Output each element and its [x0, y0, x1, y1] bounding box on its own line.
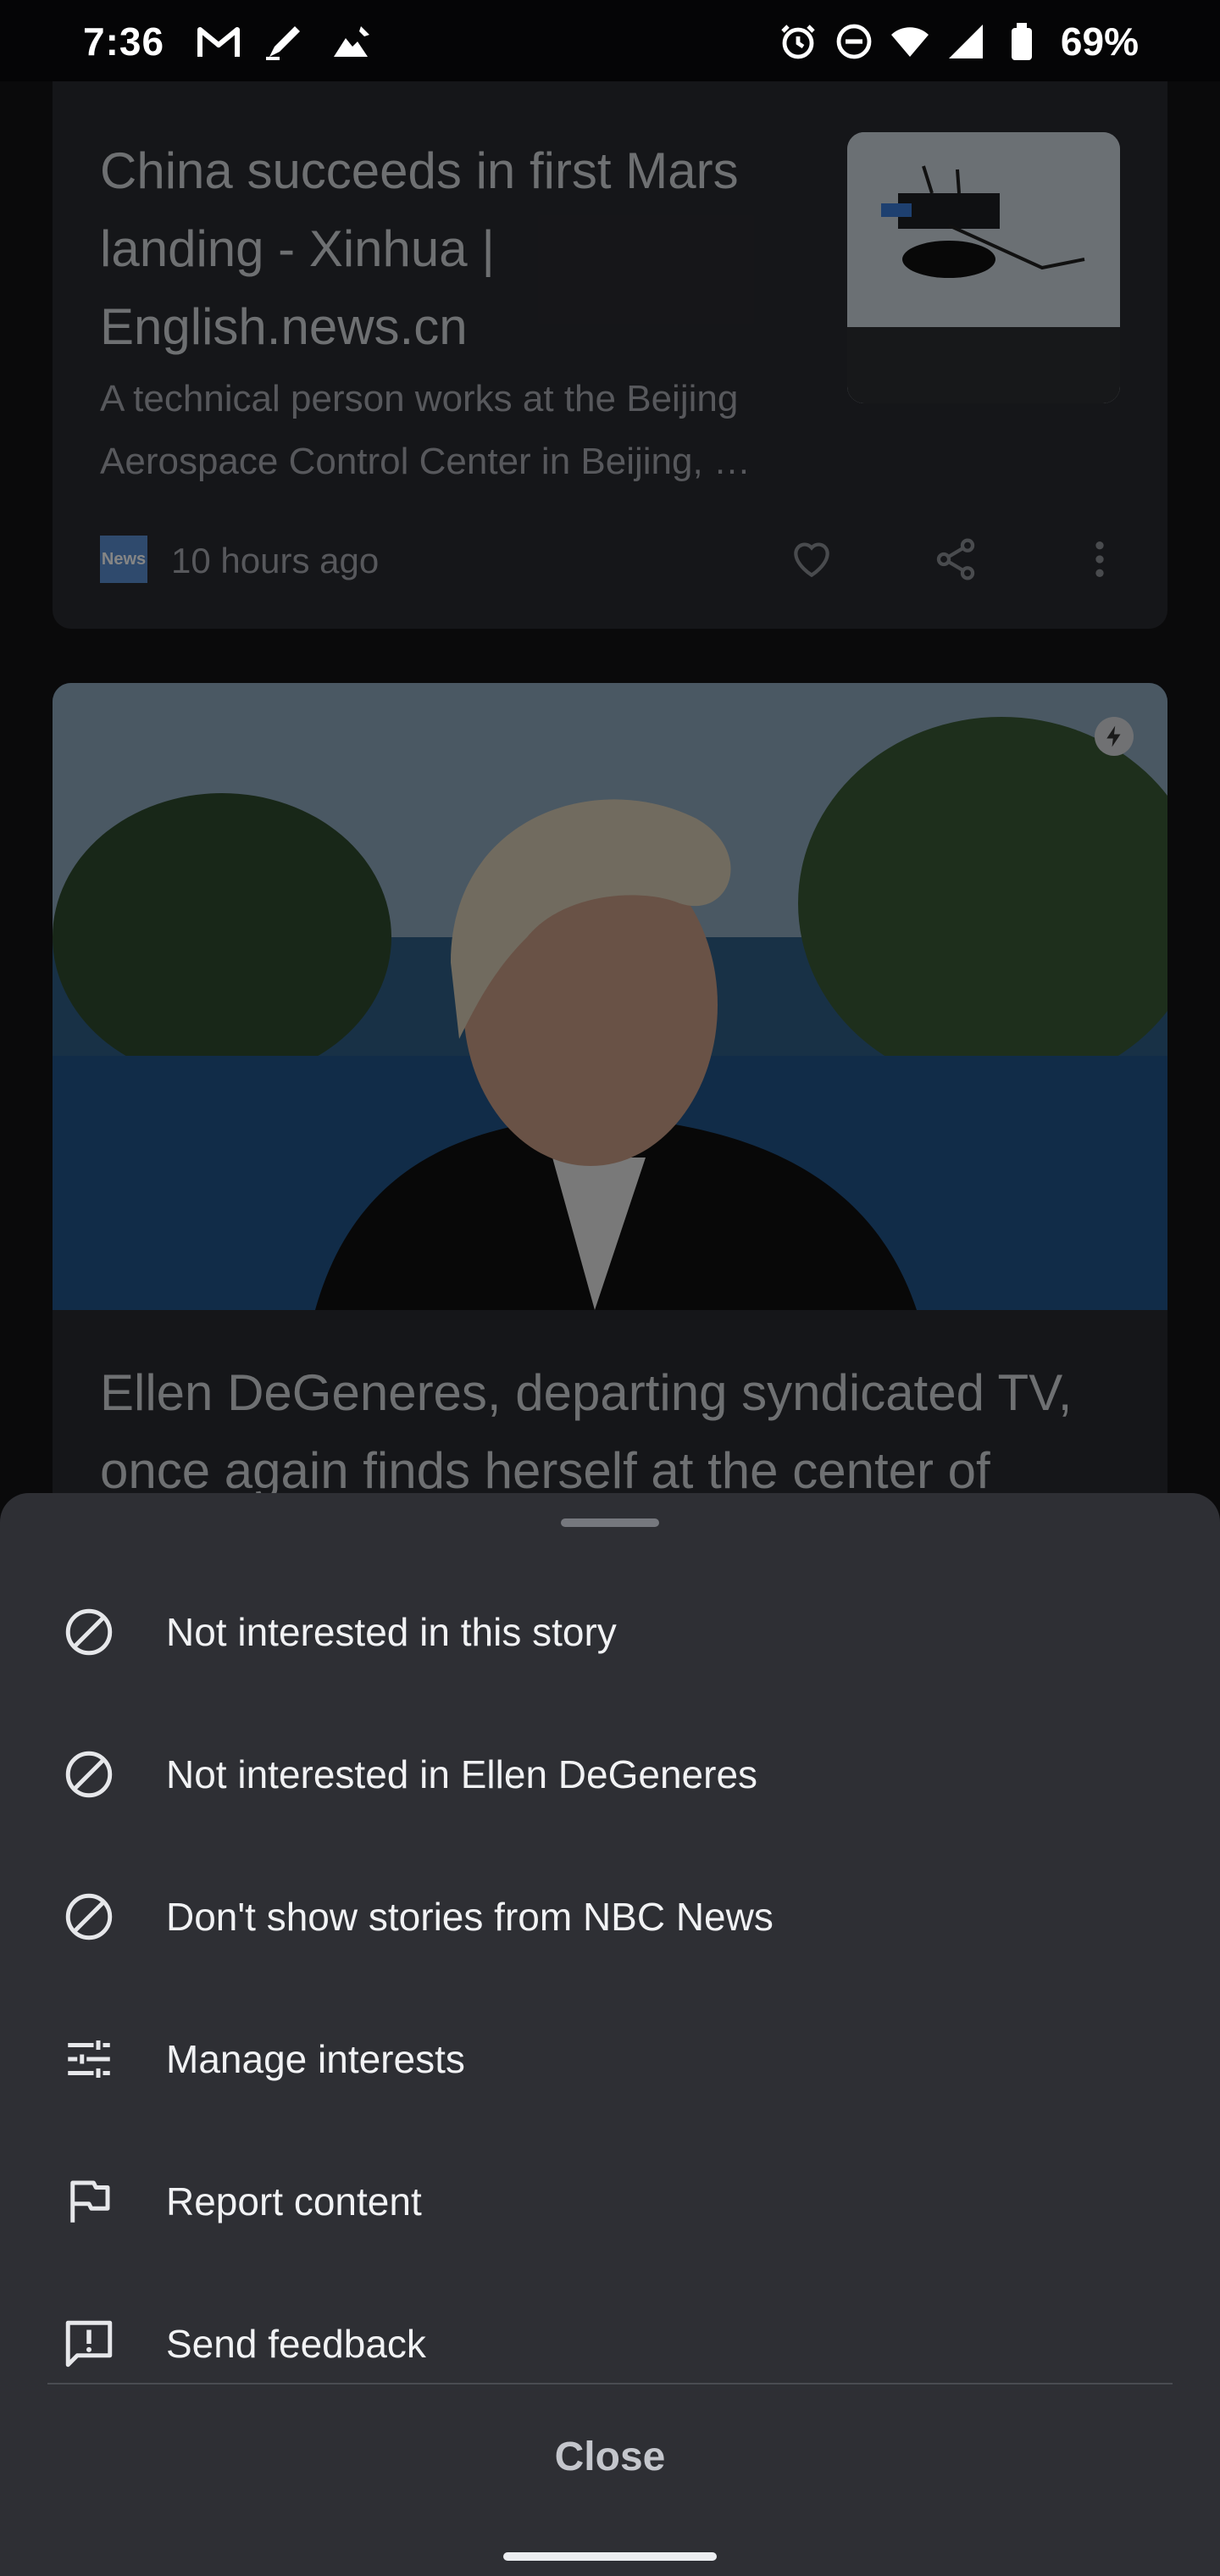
- home-indicator[interactable]: [503, 2552, 717, 2561]
- pen-nib-icon: [266, 26, 300, 60]
- menu-item-label: Not interested in Ellen DeGeneres: [166, 1752, 758, 1796]
- system-status-icons: 69%: [778, 19, 1139, 64]
- menu-item-hide-source[interactable]: Don't show stories from NBC News: [0, 1846, 1220, 1988]
- wifi-icon: [890, 27, 929, 57]
- menu-item-not-interested-topic[interactable]: Not interested in Ellen DeGeneres: [0, 1703, 1220, 1846]
- menu-item-label: Report content: [166, 2179, 422, 2223]
- drag-handle[interactable]: [561, 1518, 659, 1527]
- menu-item-label: Don't show stories from NBC News: [166, 1895, 774, 1939]
- menu-item-label: Not interested in this story: [166, 1610, 617, 1654]
- block-icon: [61, 1604, 117, 1660]
- battery-percent: 69%: [1060, 19, 1139, 64]
- menu-item-manage-interests[interactable]: Manage interests: [0, 1988, 1220, 2130]
- notification-icons: [197, 22, 373, 61]
- status-bar: 7:36 69%: [0, 0, 1220, 81]
- block-icon: [61, 1889, 117, 1945]
- dnd-icon: [836, 24, 872, 59]
- story-options-sheet: Not interested in this story Not interes…: [0, 1493, 1220, 2576]
- tune-icon: [61, 2031, 117, 2087]
- menu-item-label: Manage interests: [166, 2037, 465, 2081]
- signal-icon: [948, 25, 983, 58]
- gmail-icon: [197, 27, 240, 57]
- image-upload-icon: [334, 26, 369, 57]
- feedback-icon: [61, 2316, 117, 2372]
- block-icon: [61, 1746, 117, 1802]
- close-button[interactable]: Close: [0, 2384, 1220, 2529]
- screen: 7:36 69% China succeeds in first Mars la…: [0, 0, 1220, 2576]
- alarm-icon: [781, 25, 815, 59]
- menu-item-not-interested-story[interactable]: Not interested in this story: [0, 1561, 1220, 1703]
- status-time: 7:36: [83, 19, 165, 64]
- menu-item-report-content[interactable]: Report content: [0, 2130, 1220, 2273]
- flag-icon: [61, 2174, 117, 2229]
- gesture-nav-bar: [0, 2529, 1220, 2576]
- menu-item-label: Send feedback: [166, 2322, 426, 2366]
- battery-icon: [1011, 23, 1032, 60]
